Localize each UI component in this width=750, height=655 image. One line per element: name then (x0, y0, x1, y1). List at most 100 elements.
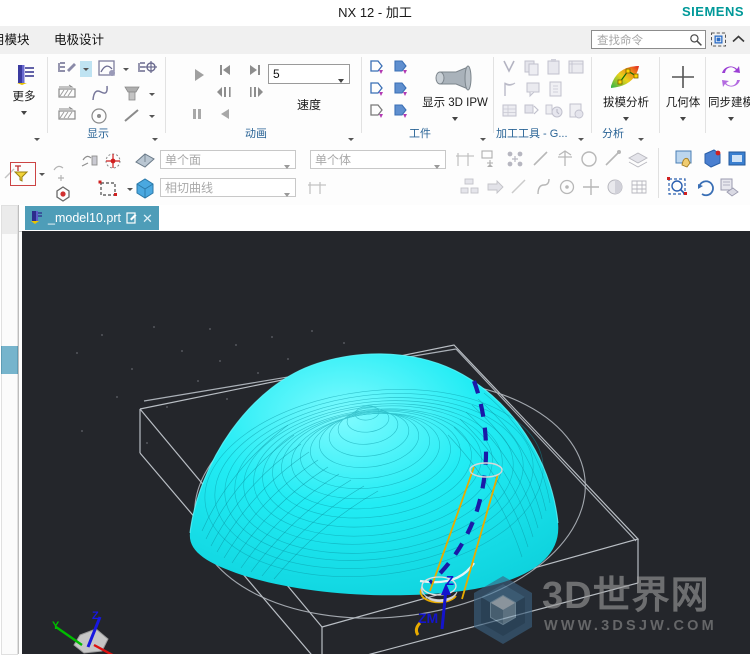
resource-tab-constraint[interactable] (1, 234, 18, 263)
resource-tab-extra-1[interactable] (1, 570, 18, 599)
face-paint-icon[interactable] (604, 176, 626, 198)
snap-filter-caret[interactable] (36, 167, 48, 181)
more-caret-icon[interactable] (21, 111, 27, 115)
line-segment-caret[interactable] (146, 109, 158, 123)
resource-tab-system-scenes[interactable] (1, 514, 18, 543)
step-forward-icon[interactable] (246, 84, 264, 100)
chevron-down-icon[interactable] (338, 72, 344, 86)
window-mode-icon[interactable] (710, 31, 728, 48)
comment-icon[interactable] (524, 80, 544, 98)
resource-tab-system-visual[interactable] (1, 542, 18, 571)
line-icon[interactable] (530, 148, 552, 170)
create-operation-icon[interactable] (500, 58, 520, 76)
paste-operation-icon[interactable] (544, 58, 564, 76)
chevron-down-icon[interactable] (284, 186, 290, 200)
tool-path-display-icon[interactable] (56, 58, 78, 80)
resource-tab-system-materials[interactable] (1, 486, 18, 515)
select-body-icon[interactable] (132, 176, 158, 200)
animation-group-caret-icon[interactable] (348, 130, 357, 141)
cut-region2-icon[interactable] (56, 106, 78, 126)
step-last-icon[interactable] (246, 62, 264, 78)
draft-analysis-caret-icon[interactable] (623, 117, 629, 121)
line-segment-icon[interactable] (120, 106, 144, 126)
pan-icon[interactable] (672, 148, 698, 172)
show-ipw-4-icon[interactable] (392, 80, 412, 98)
layer-list-icon[interactable] (718, 176, 742, 200)
explode-icon[interactable] (458, 176, 480, 198)
arrow-right-icon[interactable] (484, 176, 506, 198)
reverse-icon[interactable] (216, 106, 234, 122)
tool-table-icon[interactable] (500, 102, 520, 120)
play-icon[interactable] (190, 66, 208, 84)
display-options-caret[interactable] (120, 61, 132, 77)
more-group-caret-icon[interactable] (34, 130, 43, 141)
menu-item-electrode-design[interactable]: 电极设计 (54, 26, 104, 54)
center-point-icon[interactable] (88, 106, 110, 126)
chevron-down-icon[interactable] (434, 158, 440, 172)
animation-speed-combo[interactable]: 5 (268, 64, 350, 84)
workpiece-group-caret-icon[interactable] (480, 130, 489, 141)
document-tab[interactable]: _model10.prt ✕ (25, 206, 159, 230)
move-object-icon[interactable] (504, 148, 528, 170)
resource-tab-process-studio[interactable] (1, 430, 18, 459)
wcs-dynamic-icon[interactable] (78, 150, 102, 172)
draft-analysis-button[interactable]: 拔模分析 (596, 58, 656, 124)
datum-plane2-icon[interactable] (478, 148, 502, 170)
search-input[interactable] (595, 31, 691, 50)
pause-icon[interactable] (188, 106, 206, 122)
tool-shape-icon[interactable] (120, 84, 144, 104)
face-rule-combo[interactable]: 单个面 (160, 150, 296, 169)
resource-tab-extra-2[interactable] (1, 598, 18, 627)
show-ipw-5-icon[interactable] (368, 102, 388, 120)
transform-icon[interactable] (522, 102, 542, 120)
point-on-curve-icon[interactable] (100, 150, 126, 174)
snap-point-filter-icon[interactable] (10, 162, 36, 186)
copy-operation-icon[interactable] (522, 58, 542, 76)
resource-tab-operation-navigator[interactable] (1, 346, 18, 375)
dimension-icon[interactable] (602, 148, 624, 170)
datum-plane-icon[interactable] (306, 178, 328, 198)
display-dropdown-caret[interactable] (80, 61, 92, 77)
resource-tab-history[interactable] (1, 402, 18, 431)
resource-tab-reuse-library[interactable] (1, 290, 18, 319)
menu-item-application-module[interactable]: 用模块 (0, 26, 30, 54)
show-3d-ipw-button[interactable]: 显示 3D IPW (418, 58, 492, 124)
resource-tab-assembly[interactable] (1, 205, 18, 235)
show-ipw-3-icon[interactable] (368, 80, 388, 98)
chevron-up-icon[interactable] (730, 31, 748, 48)
operation-list-icon[interactable] (566, 58, 586, 76)
show-ipw-6-icon[interactable] (392, 102, 412, 120)
more-tools-button[interactable]: 更多 (6, 58, 42, 124)
history-icon[interactable] (544, 102, 564, 120)
command-search-box[interactable] (591, 30, 706, 50)
display-group-caret-icon[interactable] (152, 130, 161, 141)
center-mark-icon[interactable] (556, 176, 578, 198)
body-rule-combo[interactable]: 单个体 (310, 150, 446, 169)
resource-tab-hd3d[interactable] (1, 318, 18, 347)
spline-path-icon[interactable] (88, 84, 110, 104)
step-first-icon[interactable] (216, 62, 234, 78)
verify-path-icon[interactable] (136, 58, 158, 80)
geometry-button[interactable]: 几何体 (662, 58, 704, 124)
step-back-icon[interactable] (216, 84, 234, 100)
circle-icon[interactable] (578, 148, 600, 170)
analysis-group-caret-icon[interactable] (638, 130, 647, 141)
selection-rect-icon[interactable] (96, 178, 122, 202)
machining-tools-group-caret-icon[interactable] (578, 130, 587, 141)
point-constructor-icon[interactable] (50, 162, 72, 184)
edit-icon[interactable] (126, 212, 137, 224)
select-face-icon[interactable] (132, 148, 158, 172)
zoom-fit-icon[interactable] (666, 176, 690, 200)
show-ipw-2-icon[interactable] (392, 58, 412, 76)
curve-rule-combo[interactable]: 相切曲线 (160, 178, 296, 197)
flag-operation-icon[interactable] (500, 80, 520, 98)
show-3d-ipw-caret-icon[interactable] (452, 117, 458, 121)
cut-region-icon[interactable] (56, 84, 78, 104)
chevron-down-icon[interactable] (284, 158, 290, 172)
tool-shape-caret[interactable] (146, 87, 158, 101)
mesh-icon[interactable] (628, 176, 650, 198)
spline-icon[interactable] (532, 176, 554, 198)
sync-modeling-button[interactable]: 同步建模 (706, 58, 750, 124)
datum-csys-icon[interactable] (454, 150, 476, 170)
replay-path-icon[interactable] (96, 58, 118, 80)
